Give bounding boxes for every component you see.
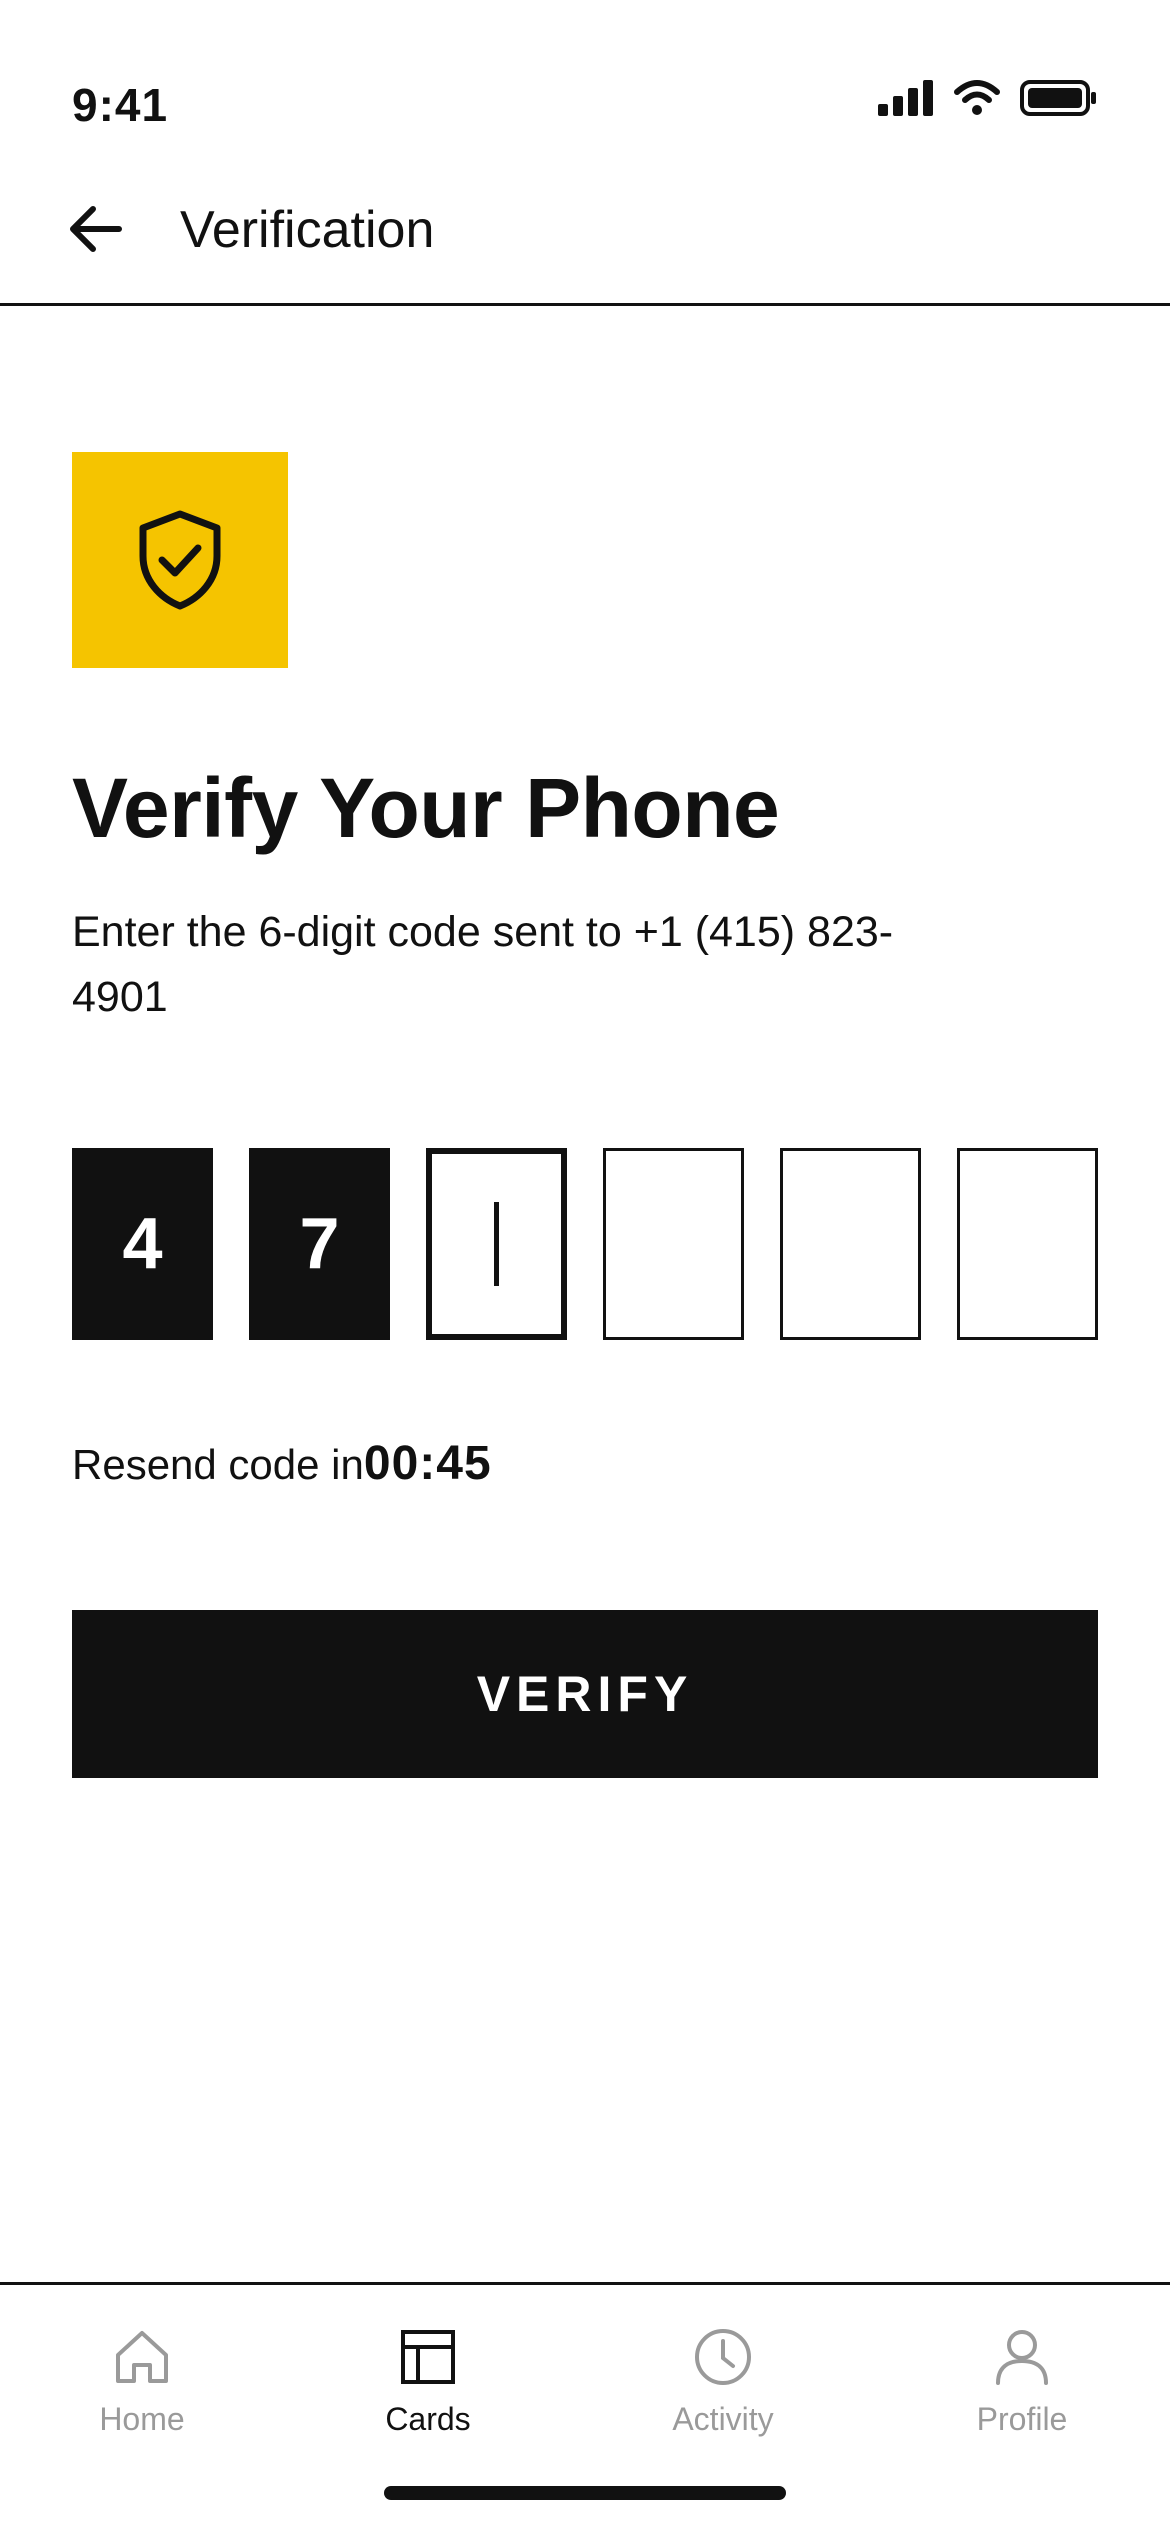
nav-item-home[interactable]: Home <box>42 2325 242 2438</box>
home-indicator <box>384 2486 786 2500</box>
code-digit-2[interactable]: 7 <box>249 1148 390 1340</box>
wifi-icon <box>954 80 1000 115</box>
nav-label-profile: Profile <box>976 2401 1068 2437</box>
code-input: 4 7 <box>72 1148 1098 1340</box>
code-digit-1[interactable]: 4 <box>72 1148 213 1340</box>
code-digit-6[interactable] <box>957 1148 1098 1340</box>
shield-badge <box>72 452 288 668</box>
shield-check-icon <box>139 510 221 610</box>
signal-icon <box>878 80 933 116</box>
nav-label-cards: Cards <box>385 2401 471 2437</box>
back-button[interactable] <box>60 194 130 264</box>
code-digit-5[interactable] <box>780 1148 921 1340</box>
app-header: Verification <box>0 150 1170 306</box>
resend-row: Resend code in 00:45 <box>72 1436 492 1491</box>
nav-item-profile[interactable]: Profile <box>922 2325 1122 2438</box>
status-icons <box>878 80 1098 116</box>
instruction-text: Enter the 6-digit code sent to +1 (415) … <box>72 908 894 1021</box>
arrow-left-icon <box>70 206 122 252</box>
home-icon <box>116 2331 168 2383</box>
status-time: 9:41 <box>72 79 169 131</box>
verification-screen: 9:41 Verification Verify Your Phone Ente… <box>0 0 1170 2532</box>
nav-item-activity[interactable]: Activity <box>623 2325 823 2438</box>
cards-icon <box>401 2330 455 2384</box>
code-digit-4[interactable] <box>603 1148 744 1340</box>
status-bar: 9:41 <box>0 0 1170 150</box>
resend-timer: 00:45 <box>363 1437 492 1490</box>
header-title: Verification <box>180 201 435 259</box>
clock-icon <box>695 2329 751 2385</box>
verify-button[interactable]: VERIFY <box>72 1610 1098 1778</box>
nav-label-home: Home <box>99 2401 185 2437</box>
code-digit-3[interactable] <box>426 1148 567 1340</box>
nav-label-activity: Activity <box>672 2401 774 2437</box>
nav-item-cards[interactable]: Cards <box>328 2325 528 2438</box>
user-icon <box>996 2330 1048 2385</box>
page-title: Verify Your Phone <box>72 761 780 855</box>
battery-icon <box>1020 80 1096 116</box>
resend-label: Resend code in <box>72 1441 364 1488</box>
text-caret <box>494 1202 499 1286</box>
